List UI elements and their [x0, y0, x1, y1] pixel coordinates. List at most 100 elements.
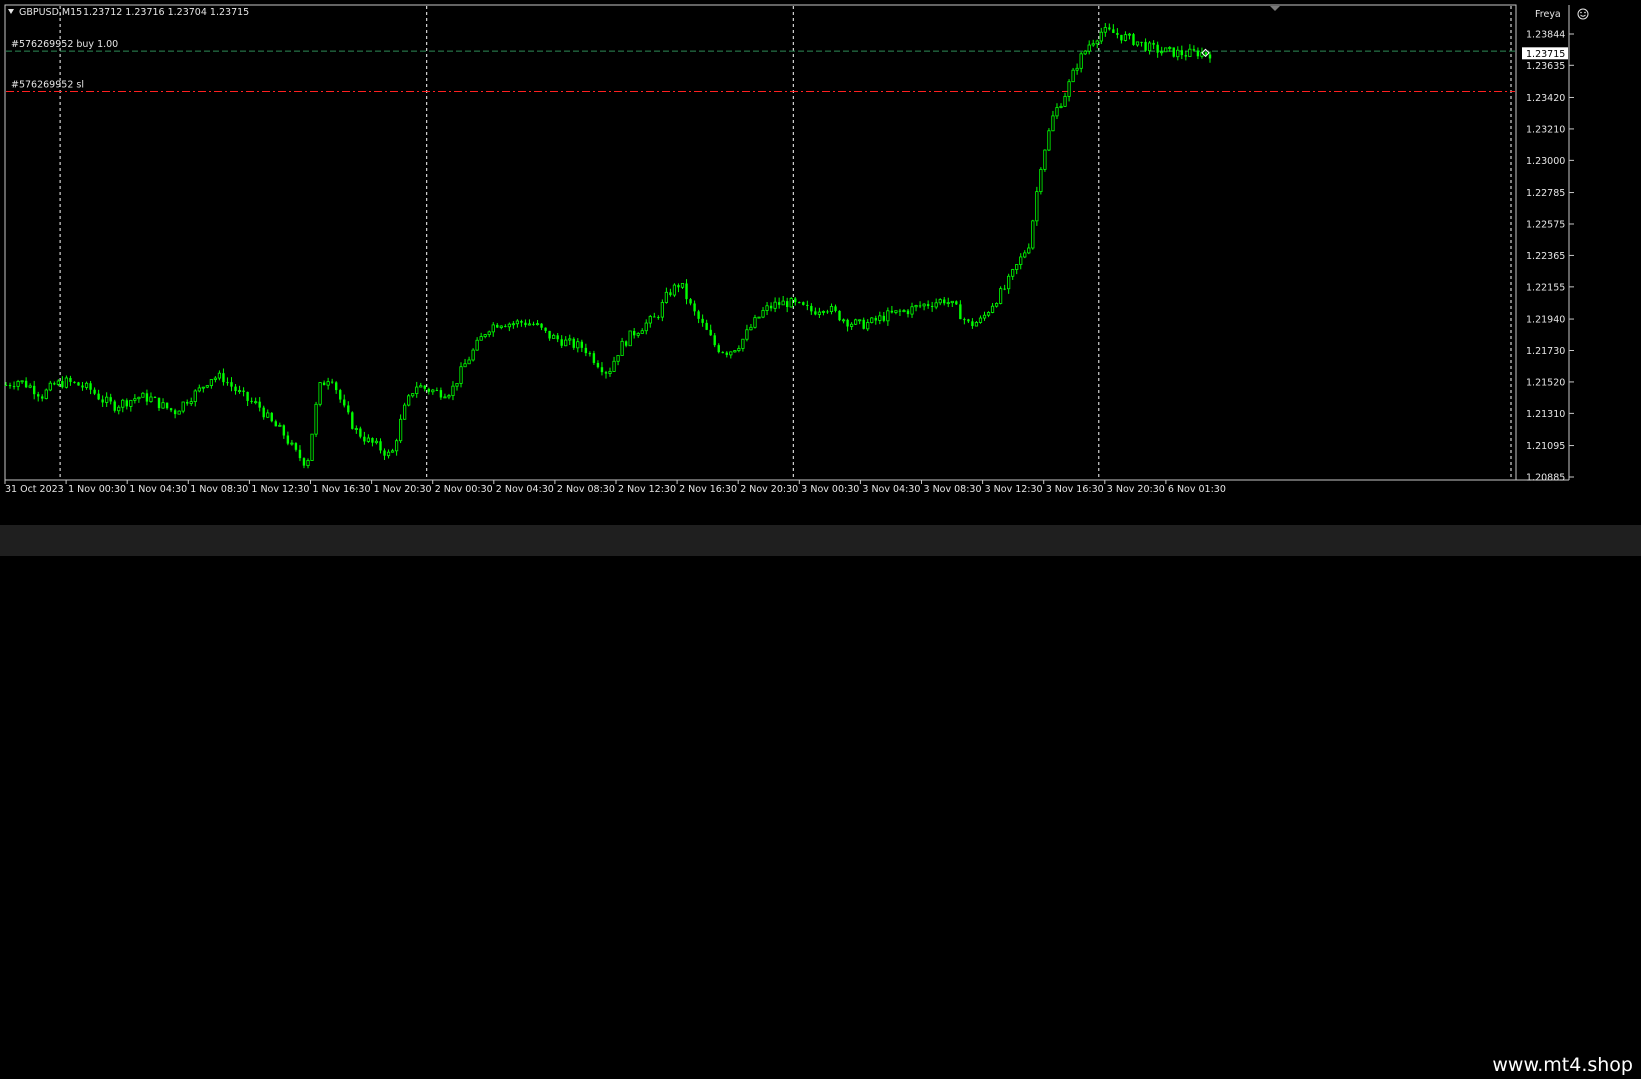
candle-body-bull: [1071, 69, 1075, 83]
candle-body-bull: [507, 323, 511, 328]
candle-body-bull: [419, 385, 423, 388]
candle-body-bear: [926, 304, 930, 306]
candle-body-bull: [858, 319, 862, 322]
candle-body-bear: [93, 389, 96, 394]
candle-body-bear: [709, 329, 712, 336]
candle-body-bull: [314, 403, 318, 435]
candle-body-bull: [459, 366, 463, 384]
time-tick-label: 2 Nov 04:30: [496, 484, 554, 495]
candle-body-bear: [242, 390, 245, 392]
candle-body-bull: [660, 302, 664, 318]
candle-body-bear: [69, 377, 72, 382]
candle-body-bull: [1083, 50, 1087, 55]
candle-body-bear: [548, 330, 551, 339]
candle-body-bear: [351, 412, 354, 429]
candle-body-bear: [73, 381, 76, 383]
candle-body-bull: [64, 377, 69, 388]
shift-marker-icon[interactable]: [1270, 6, 1280, 11]
time-tick-label: 1 Nov 04:30: [129, 484, 187, 495]
watermark: www.mt4.shop: [1492, 1054, 1633, 1076]
candle-body-bull: [620, 340, 624, 356]
price-tick-label: 1.23000: [1526, 156, 1565, 167]
price-chart[interactable]: GBPUSD,M15 1.23712 1.23716 1.23704 1.237…: [0, 0, 1641, 525]
candle-body-bear: [697, 311, 700, 319]
price-tick-label: 1.23844: [1526, 30, 1565, 41]
time-tick-label: 3 Nov 08:30: [924, 484, 982, 495]
candle-body-bull: [1188, 48, 1192, 57]
candle-body-bear: [971, 321, 974, 327]
candle-body-bull: [366, 437, 371, 442]
price-tick-label: 1.22575: [1526, 219, 1565, 230]
candle-body-bull: [394, 440, 399, 452]
candle-body-bear: [890, 310, 894, 313]
candle-body-bear: [967, 319, 970, 322]
candle-body-bear: [898, 310, 902, 312]
candle-body-bear: [882, 315, 886, 321]
candle-body-bull: [978, 317, 983, 323]
candle-body-bull: [1075, 67, 1079, 71]
candle-body-bear: [769, 305, 773, 309]
candle-body-bull: [1007, 275, 1011, 290]
candle-body-bull: [1043, 149, 1047, 170]
candle-body-bear: [226, 382, 229, 384]
candle-body-bull: [193, 390, 197, 402]
candle-body-bear: [520, 321, 523, 323]
chart-border: [4, 4, 1517, 481]
candle-body-bear: [653, 316, 656, 318]
candle-body-bull: [1091, 43, 1095, 46]
order-lines[interactable]: #576269952 buy 1.00 #576269952 sl: [6, 39, 1515, 92]
candle-body-bull: [773, 301, 777, 309]
candle-body-bull: [1147, 42, 1152, 52]
candle-body-bull: [986, 312, 991, 316]
candle-body-bull: [447, 395, 451, 398]
candle-body-bull: [568, 338, 572, 341]
candle-body-bear: [496, 324, 499, 328]
candle-body-bull: [535, 323, 540, 326]
candle-body-bull: [636, 333, 640, 336]
candle-body-bear: [556, 335, 559, 340]
time-tick-label: 1 Nov 20:30: [374, 484, 432, 495]
candle-body-bull: [415, 386, 419, 394]
candle-body-bear: [524, 322, 527, 326]
candle-body-bear: [153, 397, 157, 399]
time-tick-label: 2 Nov 08:30: [557, 484, 615, 495]
candle-body-bull: [455, 383, 459, 387]
candle-body-bear: [165, 402, 169, 409]
candle-body-bull: [841, 319, 846, 322]
candle-body-bear: [1152, 42, 1155, 45]
candle-body-bear: [584, 347, 588, 354]
candle-body-bear: [427, 388, 431, 392]
candle-body-bull: [1059, 105, 1063, 108]
candle-body-bear: [862, 319, 865, 329]
candle-body-bear: [1120, 34, 1123, 41]
candle-body-bear: [624, 341, 628, 346]
expert-name: Freya: [1535, 9, 1561, 20]
candle-body-bear: [230, 382, 233, 387]
candle-body-bear: [234, 386, 237, 391]
candle-body-bull: [133, 398, 137, 401]
time-axis[interactable]: 31 Oct 2023 1 Nov 00:30 1 Nov 04:30 1 Nov 0…: [4, 480, 1226, 495]
candle-body-bear: [693, 303, 696, 312]
candle-body-bull: [1055, 107, 1059, 117]
candle-body-bull: [552, 334, 556, 339]
candle-body-bull: [463, 363, 467, 368]
candle-body-bear: [943, 299, 946, 304]
candle-body-bull: [399, 418, 403, 442]
candle-body-bull: [443, 396, 447, 399]
candle-body-bull: [737, 348, 741, 351]
candle-body-bull: [753, 317, 757, 328]
candle-body-bull: [407, 395, 411, 406]
chart-window[interactable]: GBPUSD,M15 1.23712 1.23716 1.23704 1.237…: [0, 0, 1641, 525]
price-axis[interactable]: 1.23844 1.23635 1.23420 1.23210 1.23000 1.227…: [1526, 30, 1574, 484]
smiley-face-icon[interactable]: [1577, 8, 1589, 20]
candle-body-bear: [222, 373, 225, 383]
candle-body-bear: [1184, 55, 1188, 57]
candle-body-bull: [44, 389, 48, 399]
candle-body-bull: [386, 451, 391, 457]
time-tick-label: 31 Oct 2023: [5, 484, 64, 495]
candle-body-bear: [97, 393, 100, 400]
candle-body-bull: [640, 330, 644, 334]
collapse-triangle-icon[interactable]: [8, 9, 14, 14]
candle-body-bull: [431, 389, 435, 393]
price-tick-label: 1.23635: [1526, 61, 1565, 72]
